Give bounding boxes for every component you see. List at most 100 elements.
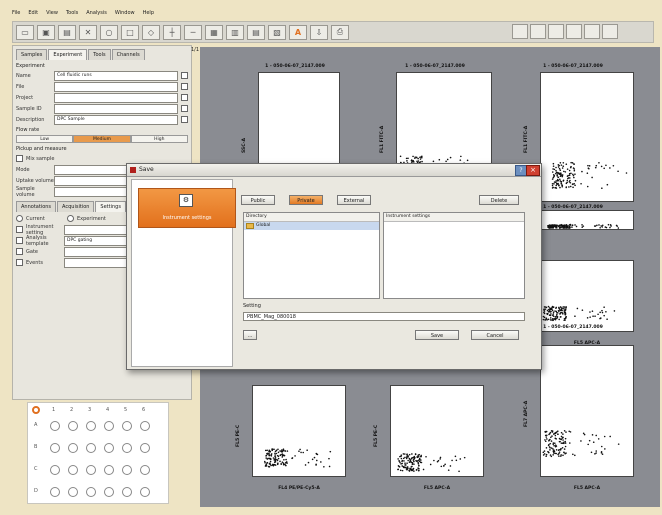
plate-well[interactable] (86, 443, 96, 453)
instrument-settings-pane[interactable]: Instrument settings (383, 212, 525, 299)
menu-view[interactable]: View (46, 10, 58, 16)
directory-pane[interactable]: Directory Global (243, 212, 380, 299)
plate-well[interactable] (68, 443, 78, 453)
marker-icon[interactable]: ─ (184, 24, 202, 40)
dot-plot[interactable] (540, 260, 634, 332)
plate-well[interactable] (68, 421, 78, 431)
plate-well[interactable] (50, 465, 60, 475)
speed-low[interactable]: Low (16, 135, 74, 143)
tab-channels[interactable]: Channels (111, 49, 145, 60)
grid-icon[interactable] (548, 24, 564, 39)
analysis-template-checkbox[interactable] (16, 237, 23, 244)
close-icon[interactable]: × (526, 165, 540, 176)
layout-4-icon[interactable]: ▧ (268, 24, 286, 40)
plate-well[interactable] (122, 421, 132, 431)
speed-medium[interactable]: Medium (73, 135, 131, 143)
sample-id-field[interactable] (54, 103, 178, 114)
private-button[interactable]: Private (289, 195, 323, 205)
plate-well[interactable] (104, 465, 114, 475)
save-icon[interactable]: ▤ (58, 24, 76, 40)
current-radio[interactable] (16, 215, 23, 222)
window-icon[interactable] (566, 24, 582, 39)
plate-well[interactable] (86, 465, 96, 475)
dot-plot[interactable] (540, 345, 634, 477)
tab-tools[interactable]: Tools (88, 49, 111, 60)
setting-name-field[interactable]: PBMC_Mag_080018 (243, 312, 525, 321)
plate-well[interactable] (86, 421, 96, 431)
help-icon[interactable] (602, 24, 618, 39)
plate-well[interactable] (86, 487, 96, 497)
file-checkbox[interactable] (181, 83, 188, 90)
annotate-icon[interactable]: A (289, 24, 307, 40)
tab-experiment[interactable]: Experiment (48, 49, 88, 60)
plate-select-all[interactable] (32, 406, 40, 414)
plate-well[interactable] (104, 487, 114, 497)
plate-well[interactable] (104, 443, 114, 453)
subtab-settings[interactable]: Settings (95, 201, 126, 212)
gate-rect-icon[interactable]: □ (121, 24, 139, 40)
subtab-annotations[interactable]: Annotations (16, 201, 57, 212)
delete-button[interactable]: Delete (479, 195, 519, 205)
layout-3-icon[interactable]: ▤ (247, 24, 265, 40)
project-field[interactable] (54, 92, 178, 103)
export-icon[interactable]: ⇩ (310, 24, 328, 40)
layout-2-icon[interactable]: ▥ (226, 24, 244, 40)
gate-ellipse-icon[interactable]: ○ (100, 24, 118, 40)
plate-well[interactable] (140, 487, 150, 497)
save-button[interactable]: Save (415, 330, 459, 340)
plate-well[interactable] (68, 465, 78, 475)
description-field[interactable]: DPC Sample (54, 114, 178, 125)
columns-icon[interactable] (530, 24, 546, 39)
tab-samples[interactable]: Samples (16, 49, 48, 60)
public-button[interactable]: Public (241, 195, 275, 205)
subtab-acquisition[interactable]: Acquisition (57, 201, 95, 212)
plate-well[interactable] (122, 465, 132, 475)
menu-tools[interactable]: Tools (66, 10, 78, 16)
directory-item-global[interactable]: Global (244, 222, 379, 230)
gate-polygon-icon[interactable]: ◇ (142, 24, 160, 40)
target-icon[interactable] (512, 24, 528, 39)
plate-well[interactable] (50, 443, 60, 453)
plate-well[interactable] (50, 487, 60, 497)
speed-high[interactable]: High (130, 135, 188, 143)
experiment-radio[interactable] (67, 215, 74, 222)
cancel-button[interactable]: Cancel (471, 330, 519, 340)
plate-well[interactable] (122, 443, 132, 453)
quadrant-icon[interactable]: ┼ (163, 24, 181, 40)
new-icon[interactable]: ▭ (16, 24, 34, 40)
sample-id-checkbox[interactable] (181, 105, 188, 112)
name-field[interactable]: Cell fluidic runs (54, 70, 178, 81)
menu-window[interactable]: Window (115, 10, 135, 16)
browse-button[interactable]: ... (243, 330, 257, 340)
print-icon[interactable]: ⎙ (331, 24, 349, 40)
description-checkbox[interactable] (181, 116, 188, 123)
external-button[interactable]: External (337, 195, 371, 205)
menu-edit[interactable]: Edit (28, 10, 38, 16)
instrument-setting-checkbox[interactable] (16, 226, 23, 233)
dot-plot[interactable] (252, 385, 346, 477)
menu-analysis[interactable]: Analysis (86, 10, 107, 16)
layout-1-icon[interactable]: ▦ (205, 24, 223, 40)
mix-checkbox[interactable] (16, 155, 23, 162)
category-instrument-settings[interactable]: ⚙ Instrument settings (138, 188, 236, 228)
plate-well[interactable] (50, 421, 60, 431)
plate-well[interactable] (140, 443, 150, 453)
open-icon[interactable]: ▣ (37, 24, 55, 40)
dot-plot[interactable] (540, 210, 634, 230)
menu-file[interactable]: File (12, 10, 20, 16)
plate-well[interactable] (140, 421, 150, 431)
gate-checkbox[interactable] (16, 248, 23, 255)
name-checkbox[interactable] (181, 72, 188, 79)
plate-well[interactable] (140, 465, 150, 475)
close-icon[interactable]: ✕ (79, 24, 97, 40)
menu-help[interactable]: Help (143, 10, 154, 16)
dot-plot[interactable] (540, 72, 634, 202)
plate-well[interactable] (68, 487, 78, 497)
panel-icon[interactable] (584, 24, 600, 39)
events-checkbox[interactable] (16, 259, 23, 266)
project-checkbox[interactable] (181, 94, 188, 101)
plate-well[interactable] (122, 487, 132, 497)
file-field[interactable] (54, 81, 178, 92)
plate-well[interactable] (104, 421, 114, 431)
dot-plot[interactable] (390, 385, 484, 477)
